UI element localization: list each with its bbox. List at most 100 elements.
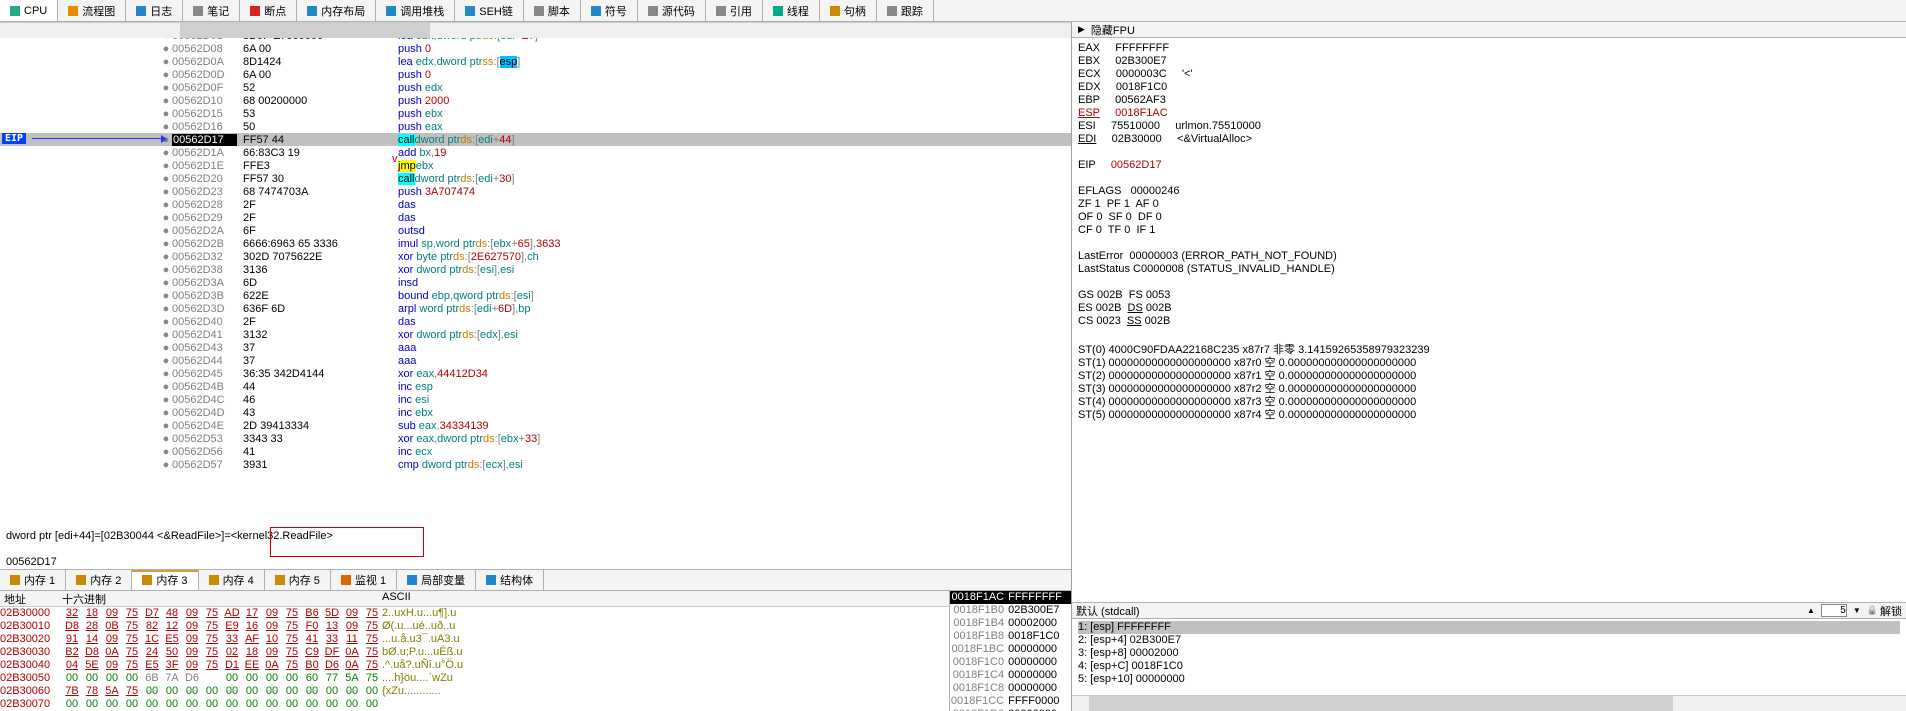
breakpoint-dot[interactable]: ●: [160, 186, 172, 198]
breakpoint-dot[interactable]: ●: [160, 446, 172, 458]
arg-row[interactable]: 5: [esp+10] 00000000: [1078, 673, 1900, 686]
breakpoint-dot[interactable]: ●: [160, 147, 172, 159]
dump-tab[interactable]: 结构体: [476, 570, 544, 590]
breakpoint-dot[interactable]: ●: [160, 368, 172, 380]
breakpoint-dot[interactable]: ●: [160, 277, 172, 289]
arg-row[interactable]: 1: [esp] FFFFFFFF: [1078, 621, 1900, 634]
tab-seh[interactable]: SEH链: [455, 0, 524, 21]
stack-row[interactable]: 0018F1C800000000: [950, 682, 1071, 695]
disasm-row[interactable]: ●00562D32302D 7075622Exor byte ptr ds:[2…: [0, 250, 1071, 263]
tab-flow[interactable]: 流程图: [58, 0, 126, 21]
tab-stack[interactable]: 调用堆栈: [376, 0, 455, 21]
disasm-row[interactable]: ●00562D4536:35 342D4144xor eax,44412D34: [0, 367, 1071, 380]
calling-convention[interactable]: 默认 (stdcall): [1076, 603, 1140, 619]
stack-view[interactable]: 0018F1ACFFFFFFFF0018F1B002B300E70018F1B4…: [949, 591, 1071, 711]
disasm-row[interactable]: ●00562D4E2D 39413334sub eax,34334139: [0, 419, 1071, 432]
disasm-row[interactable]: ●00562D086A 00push 0: [0, 42, 1071, 55]
disasm-row[interactable]: ●00562D533343 33xor eax,dword ptr ds:[eb…: [0, 432, 1071, 445]
tab-script[interactable]: 脚本: [524, 0, 581, 21]
stack-row[interactable]: 0018F1C400000000: [950, 669, 1071, 682]
param-count-down[interactable]: ▼: [1853, 606, 1861, 615]
tab-sym[interactable]: 符号: [581, 0, 638, 21]
breakpoint-dot[interactable]: ●: [160, 459, 172, 471]
disasm-row[interactable]: ●00562D4B44inc esp: [0, 380, 1071, 393]
disasm-row[interactable]: ●00562D292Fdas: [0, 211, 1071, 224]
breakpoint-dot[interactable]: ●: [160, 251, 172, 263]
stack-row[interactable]: 0018F1CCFFFF0000: [950, 695, 1071, 708]
breakpoint-dot[interactable]: ●: [160, 95, 172, 107]
caret-right-icon[interactable]: ▶: [1078, 24, 1085, 35]
breakpoint-dot[interactable]: ●: [160, 108, 172, 120]
disassembly-view[interactable]: EIP ●00562D018D9F E7000000lea ebx,dword …: [0, 22, 1071, 527]
stack-row[interactable]: 0018F1ACFFFFFFFF: [950, 591, 1071, 604]
tab-thr[interactable]: 线程: [763, 0, 820, 21]
dump-tab[interactable]: 内存 1: [0, 570, 66, 590]
stack-row[interactable]: 0018F1BC00000000: [950, 643, 1071, 656]
breakpoint-dot[interactable]: ●: [160, 342, 172, 354]
dump-view[interactable]: 02B3000032180975D7480975AD170975B65D0975…: [0, 607, 949, 711]
tab-note[interactable]: 笔记: [183, 0, 240, 21]
disasm-row[interactable]: ●00562D2B6666:6963 65 3336imul sp,word p…: [0, 237, 1071, 250]
breakpoint-dot[interactable]: ●: [160, 82, 172, 94]
disasm-row[interactable]: ●00562D0D6A 00push 0: [0, 68, 1071, 81]
disasm-row[interactable]: ●00562D3B622Ebound ebp,qword ptr ds:[esi…: [0, 289, 1071, 302]
breakpoint-dot[interactable]: ●: [160, 394, 172, 406]
arg-row[interactable]: 4: [esp+C] 0018F1C0: [1078, 660, 1900, 673]
dump-row[interactable]: 02B30040045E0975E53F0975D1EE0A75B0D60A75…: [0, 659, 949, 672]
disasm-row[interactable]: ●00562D402Fdas: [0, 315, 1071, 328]
breakpoint-dot[interactable]: ●: [160, 303, 172, 315]
stack-row[interactable]: 0018F1B002B300E7: [950, 604, 1071, 617]
breakpoint-dot[interactable]: ●: [160, 160, 172, 172]
args-view[interactable]: 1: [esp] FFFFFFFF2: [esp+4] 02B300E73: […: [1072, 619, 1906, 695]
dump-tab[interactable]: 局部变量: [397, 570, 476, 590]
breakpoint-dot[interactable]: ●: [160, 329, 172, 341]
disasm-row[interactable]: ●00562D1EFFE3jmp ebx: [0, 159, 1071, 172]
disasm-row[interactable]: ●00562D4437aaa: [0, 354, 1071, 367]
tab-bp[interactable]: 断点: [240, 0, 297, 21]
disasm-row[interactable]: ●00562D1068 00200000push 2000: [0, 94, 1071, 107]
disasm-row[interactable]: ●00562D0F52push edx: [0, 81, 1071, 94]
breakpoint-dot[interactable]: ●: [160, 43, 172, 55]
args-hscroll[interactable]: [1072, 695, 1906, 711]
disasm-row[interactable]: ●00562D20FF57 30call dword ptr ds:[edi+3…: [0, 172, 1071, 185]
disasm-row[interactable]: ●00562D1553push ebx: [0, 107, 1071, 120]
dump-row[interactable]: 02B30010D8280B7582120975E9160975F0130975…: [0, 620, 949, 633]
disasm-row[interactable]: ●00562D5641inc ecx: [0, 445, 1071, 458]
disasm-row[interactable]: ●00562D1Av66:83C3 19add bx,19: [0, 146, 1071, 159]
disasm-row[interactable]: ●00562D573931cmp dword ptr ds:[ecx],esi: [0, 458, 1071, 471]
disasm-row[interactable]: ●00562D413132xor dword ptr ds:[edx],esi: [0, 328, 1071, 341]
tab-log[interactable]: 日志: [126, 0, 183, 21]
breakpoint-dot[interactable]: ●: [160, 316, 172, 328]
dump-row[interactable]: 02B300607B785A75000000000000000000000000…: [0, 685, 949, 698]
tab-hnd[interactable]: 句柄: [820, 0, 877, 21]
disasm-row[interactable]: ●00562D4D43inc ebx: [0, 406, 1071, 419]
dump-tab[interactable]: 监视 1: [331, 570, 397, 590]
arg-row[interactable]: 3: [esp+8] 00002000: [1078, 647, 1900, 660]
breakpoint-dot[interactable]: ●: [160, 212, 172, 224]
breakpoint-dot[interactable]: ●: [160, 199, 172, 211]
stack-row[interactable]: 0018F1C000000000: [950, 656, 1071, 669]
disasm-hscroll[interactable]: [0, 22, 1071, 38]
breakpoint-dot[interactable]: ●: [160, 238, 172, 250]
dump-tab[interactable]: 内存 2: [66, 570, 132, 590]
disasm-row[interactable]: ●00562D4C46inc esi: [0, 393, 1071, 406]
tab-trace[interactable]: 跟踪: [877, 0, 934, 21]
registers-view[interactable]: EAX FFFFFFFF EBX 02B300E7 ECX 0000003C '…: [1072, 38, 1906, 602]
breakpoint-dot[interactable]: ●: [160, 69, 172, 81]
disasm-row[interactable]: ●00562D2368 7474703Apush 3A707474: [0, 185, 1071, 198]
disasm-row[interactable]: ●00562D4337aaa: [0, 341, 1071, 354]
breakpoint-dot[interactable]: ●: [160, 407, 172, 419]
dump-tab[interactable]: 内存 3: [132, 570, 198, 590]
breakpoint-dot[interactable]: ●: [160, 225, 172, 237]
disasm-row[interactable]: ●00562D383136xor dword ptr ds:[esi],esi: [0, 263, 1071, 276]
dump-row[interactable]: 02B30050000000006B7AD60000000060775A75..…: [0, 672, 949, 685]
breakpoint-dot[interactable]: ●: [160, 433, 172, 445]
breakpoint-dot[interactable]: ●: [160, 264, 172, 276]
dump-tab[interactable]: 内存 5: [265, 570, 331, 590]
tab-mem[interactable]: 内存布局: [297, 0, 376, 21]
tab-ref[interactable]: 引用: [706, 0, 763, 21]
dump-row[interactable]: 02B30030B2D80A752450097502180975C9DF0A75…: [0, 646, 949, 659]
breakpoint-dot[interactable]: ●: [160, 290, 172, 302]
breakpoint-dot[interactable]: ●: [160, 173, 172, 185]
param-count-input[interactable]: [1821, 604, 1847, 617]
